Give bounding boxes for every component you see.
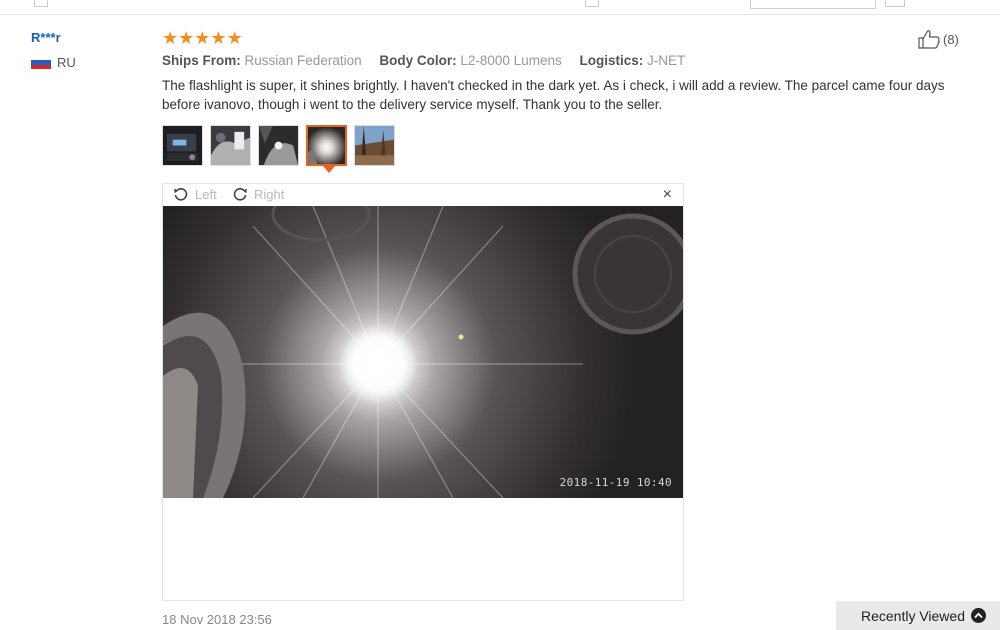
meta-key: Logistics: <box>579 53 644 68</box>
star-icon: ★ <box>194 28 211 48</box>
country-code: RU <box>57 55 76 70</box>
helpful-button[interactable]: (8) <box>917 29 959 49</box>
meta-key: Ships From: <box>162 53 241 68</box>
body-color: Body Color: L2-8000 Lumens <box>379 53 561 68</box>
thumbnail-image <box>355 126 394 165</box>
active-caret <box>323 166 335 173</box>
recently-viewed-tab[interactable]: Recently Viewed <box>836 601 1000 630</box>
rotate-left-label: Left <box>195 186 217 202</box>
star-icon: ★ <box>210 28 227 48</box>
previous-review-filter-strip <box>0 0 1000 15</box>
thumbs-up-icon <box>918 30 940 49</box>
reviewer-info: R***r RU <box>31 30 76 70</box>
flashlight-photo-image <box>163 206 683 498</box>
rotate-left-button[interactable]: Left <box>173 186 217 202</box>
reviewer-country: RU <box>31 55 76 70</box>
rotate-left-icon <box>174 188 188 201</box>
review-text: The flashlight is super, it shines brigh… <box>162 78 945 112</box>
meta-value: J-NET <box>647 53 686 68</box>
rotate-right-label: Right <box>254 186 285 202</box>
thumbnail-image <box>259 126 298 165</box>
review-date: 18 Nov 2018 23:56 <box>162 612 272 627</box>
logistics: Logistics: J-NET <box>579 53 685 68</box>
thumbnail-image <box>308 127 345 164</box>
star-rating: ★ ★ ★ ★ ★ <box>162 28 962 48</box>
rotate-right-button[interactable]: Right <box>232 186 284 202</box>
thumbnail-image <box>163 126 202 165</box>
russia-flag-icon <box>31 56 51 69</box>
photo-thumbnail[interactable] <box>258 125 299 166</box>
meta-key: Body Color: <box>379 53 457 68</box>
photo-thumbnail[interactable] <box>210 125 251 166</box>
viewer-toolbar: Left Right × <box>163 184 683 206</box>
thumbnail-image <box>211 126 250 165</box>
review-meta: Ships From: Russian Federation Body Colo… <box>162 53 962 68</box>
clipped-pager[interactable] <box>885 0 905 7</box>
star-icon: ★ <box>226 28 243 48</box>
chevron-up-icon <box>971 608 986 623</box>
photo-thumbnail-active[interactable] <box>306 125 347 173</box>
clipped-checkbox[interactable] <box>585 0 599 7</box>
photo-timestamp: 2018-11-19 10:40 <box>559 476 672 489</box>
ships-from: Ships From: Russian Federation <box>162 53 362 68</box>
meta-value: Russian Federation <box>244 53 362 68</box>
close-viewer-button[interactable]: × <box>663 187 672 203</box>
helpful-count: (8) <box>943 31 959 47</box>
star-icon: ★ <box>178 28 195 48</box>
star-icon: ★ <box>162 28 179 48</box>
review-photo: 2018-11-19 10:40 <box>163 206 683 498</box>
photo-thumbnail[interactable] <box>354 125 395 166</box>
photo-thumbnails <box>162 125 395 173</box>
recently-viewed-label: Recently Viewed <box>860 607 965 624</box>
clipped-checkbox[interactable] <box>34 0 48 7</box>
clipped-sort-select[interactable] <box>750 0 876 9</box>
photo-viewer: Left Right × 2018-11-19 10:40 <box>162 183 684 601</box>
reviewer-name: R***r <box>31 30 61 45</box>
photo-thumbnail[interactable] <box>162 125 203 166</box>
review-body: ★ ★ ★ ★ ★ Ships From: Russian Federation… <box>162 28 962 114</box>
rotate-right-icon <box>233 188 247 201</box>
meta-value: L2-8000 Lumens <box>460 53 562 68</box>
